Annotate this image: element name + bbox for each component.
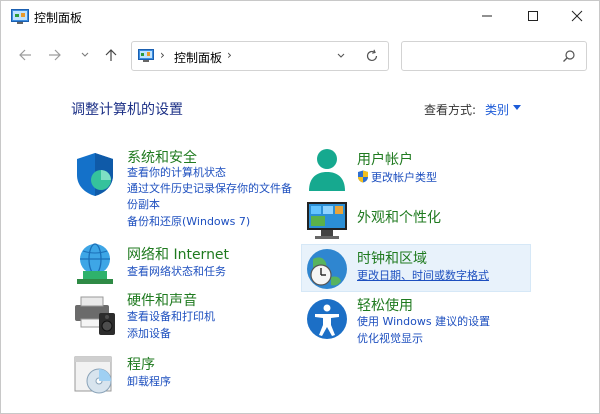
maximize-icon bbox=[528, 11, 538, 21]
category-clock-region[interactable]: 时钟和区域 bbox=[357, 248, 427, 268]
arrow-left-icon bbox=[19, 49, 31, 61]
category-system-security[interactable]: 系统和安全 bbox=[127, 147, 197, 167]
arrow-right-icon bbox=[49, 49, 61, 61]
link-file-history-backup-cont[interactable]: 份副本 bbox=[127, 198, 160, 212]
printer-speaker-icon[interactable] bbox=[73, 291, 117, 337]
minimize-icon bbox=[482, 15, 492, 17]
navigation-bar: › 控制面板 › bbox=[1, 35, 599, 75]
link-file-history-backup[interactable]: 通过文件历史记录保存你的文件备 bbox=[127, 182, 292, 196]
maximize-button[interactable] bbox=[511, 1, 555, 31]
category-ease-of-access[interactable]: 轻松使用 bbox=[357, 295, 413, 315]
search-icon[interactable] bbox=[562, 49, 576, 63]
page-title: 调整计算机的设置 bbox=[71, 102, 183, 118]
uac-shield-icon bbox=[358, 170, 368, 183]
control-panel-window: 控制面板 › 控制面板 › 调整计算机的设置 查看方式: 类别 系统和安全 查看… bbox=[0, 0, 600, 414]
shield-icon[interactable] bbox=[73, 151, 117, 197]
category-programs[interactable]: 程序 bbox=[127, 354, 155, 374]
link-network-status[interactable]: 查看网络状态和任务 bbox=[127, 265, 226, 279]
network-globe-icon[interactable] bbox=[73, 241, 117, 287]
category-user-accounts[interactable]: 用户帐户 bbox=[357, 149, 413, 169]
minimize-button[interactable] bbox=[465, 1, 509, 31]
clock-globe-icon[interactable] bbox=[305, 247, 349, 293]
link-change-date-time-format[interactable]: 更改日期、时间或数字格式 bbox=[357, 269, 489, 283]
back-button[interactable] bbox=[15, 45, 35, 65]
view-by-dropdown[interactable]: 类别 bbox=[485, 101, 509, 118]
title-bar: 控制面板 bbox=[1, 1, 599, 33]
refresh-icon[interactable] bbox=[364, 48, 380, 64]
caret-down-icon[interactable] bbox=[513, 105, 521, 111]
address-dropdown-icon[interactable] bbox=[336, 51, 346, 61]
user-accounts-icon[interactable] bbox=[305, 147, 349, 193]
close-button[interactable] bbox=[555, 1, 599, 31]
category-network-internet[interactable]: 网络和 Internet bbox=[127, 244, 229, 264]
link-change-account-type[interactable]: 更改帐户类型 bbox=[371, 171, 437, 185]
link-add-device[interactable]: 添加设备 bbox=[127, 327, 171, 341]
arrow-up-icon bbox=[105, 49, 117, 61]
link-devices-printers[interactable]: 查看设备和打印机 bbox=[127, 310, 215, 324]
breadcrumb-separator-icon: › bbox=[160, 48, 165, 62]
ease-of-access-icon[interactable] bbox=[305, 297, 349, 343]
link-optimize-visual-display[interactable]: 优化视觉显示 bbox=[357, 332, 423, 346]
forward-button[interactable] bbox=[45, 45, 65, 65]
control-panel-small-icon bbox=[138, 49, 154, 62]
breadcrumb-chevron-icon[interactable]: › bbox=[227, 48, 232, 62]
appearance-monitor-icon[interactable] bbox=[305, 198, 349, 244]
search-box[interactable] bbox=[401, 41, 587, 71]
link-view-computer-status[interactable]: 查看你的计算机状态 bbox=[127, 166, 226, 180]
chevron-down-icon bbox=[81, 52, 89, 57]
up-button[interactable] bbox=[101, 45, 121, 65]
window-title: 控制面板 bbox=[34, 11, 83, 25]
search-input[interactable] bbox=[406, 46, 560, 68]
close-icon bbox=[571, 10, 583, 22]
view-by-label: 查看方式: bbox=[424, 103, 477, 117]
programs-icon[interactable] bbox=[73, 353, 117, 399]
breadcrumb-control-panel[interactable]: 控制面板 bbox=[174, 49, 222, 66]
link-backup-restore[interactable]: 备份和还原(Windows 7) bbox=[127, 215, 250, 229]
control-panel-app-icon bbox=[11, 9, 29, 24]
link-uninstall-program[interactable]: 卸载程序 bbox=[127, 375, 171, 389]
address-bar[interactable]: › 控制面板 › bbox=[131, 41, 389, 71]
category-hardware-sound[interactable]: 硬件和声音 bbox=[127, 290, 197, 310]
category-appearance-personalization[interactable]: 外观和个性化 bbox=[357, 207, 441, 227]
link-recommended-settings[interactable]: 使用 Windows 建议的设置 bbox=[357, 315, 490, 329]
recent-locations-button[interactable] bbox=[75, 45, 95, 65]
